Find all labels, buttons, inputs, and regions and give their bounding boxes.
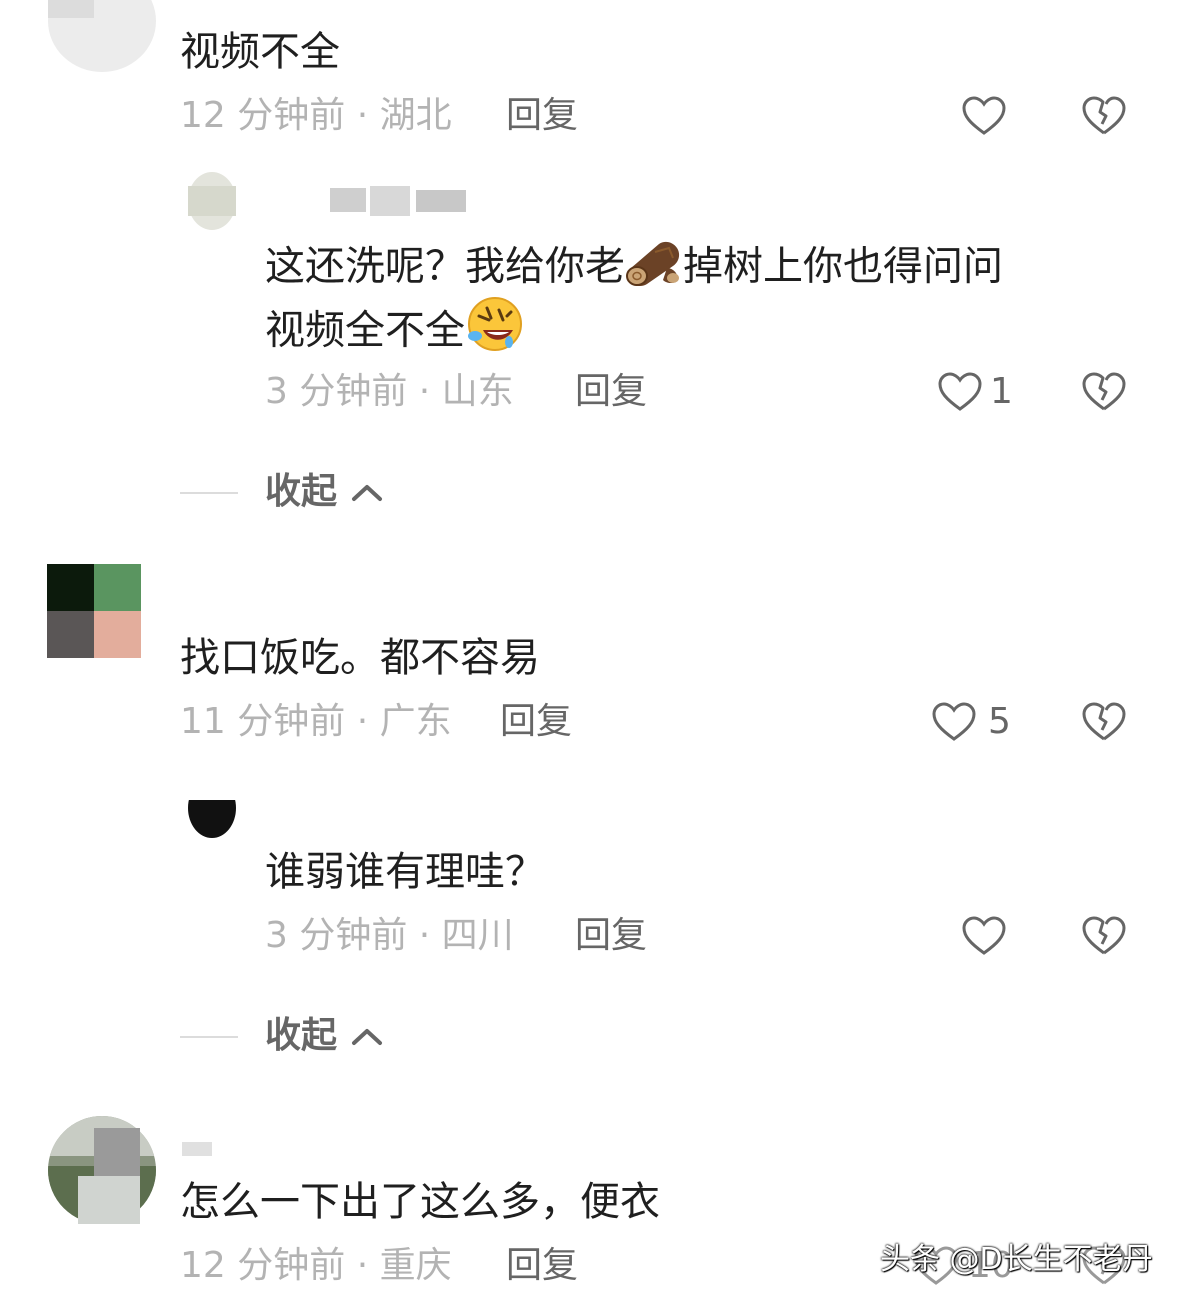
- like-button[interactable]: [960, 92, 1008, 140]
- dislike-button[interactable]: [1080, 698, 1128, 746]
- username-blurred: [290, 186, 470, 216]
- heart-outline-icon: [932, 702, 976, 741]
- collapse-label: 收起: [265, 471, 338, 512]
- heart-outline-icon: [962, 916, 1006, 955]
- like-button[interactable]: [960, 912, 1008, 960]
- comment-text: 谁弱谁有理哇？: [265, 849, 545, 895]
- broken-heart-icon: [1082, 702, 1126, 741]
- comment-time-location: 3 分钟前 · 山东: [265, 371, 514, 412]
- like-button[interactable]: [936, 368, 984, 416]
- comment-time-location: 12 分钟前 · 重庆: [180, 1245, 452, 1286]
- collapse-label: 收起: [265, 1015, 338, 1056]
- dislike-button[interactable]: [1080, 92, 1128, 140]
- dislike-button[interactable]: [1080, 368, 1128, 416]
- watermark: 头条 @D长生不老丹: [880, 1242, 1153, 1277]
- dislike-button[interactable]: [1080, 912, 1128, 960]
- comment-text: 视频不全: [180, 29, 340, 75]
- heart-outline-icon: [938, 372, 982, 411]
- broken-heart-icon: [1082, 96, 1126, 135]
- comment-time-location: 12 分钟前 · 湖北: [180, 95, 452, 136]
- like-count: 1: [990, 371, 1013, 412]
- collapse-divider: [180, 1036, 238, 1038]
- like-button[interactable]: [930, 698, 978, 746]
- reply-button[interactable]: 回复: [500, 700, 572, 744]
- comment-time-location: 11 分钟前 · 广东: [180, 701, 452, 742]
- collapse-button[interactable]: 收起: [265, 1014, 384, 1058]
- rofl-emoji: [465, 294, 525, 371]
- chevron-up-icon: [351, 485, 382, 501]
- reply-button[interactable]: 回复: [575, 370, 647, 414]
- comment-text: 怎么一下出了这么多，便衣: [180, 1179, 660, 1225]
- comment-text-part: 这还洗呢？我给你老: [265, 243, 625, 290]
- avatar[interactable]: [48, 0, 156, 72]
- avatar[interactable]: [47, 564, 141, 658]
- broken-heart-icon: [1082, 916, 1126, 955]
- like-count: 5: [988, 701, 1011, 742]
- reply-button[interactable]: 回复: [506, 94, 578, 138]
- avatar[interactable]: [48, 1116, 156, 1224]
- collapse-divider: [180, 492, 238, 494]
- reply-button[interactable]: 回复: [506, 1244, 578, 1288]
- comment-text: 这还洗呢？我给你老 掉树上你也得问问: [265, 234, 1003, 303]
- chevron-up-icon: [351, 1029, 382, 1045]
- comment-text-part: 视频全不全: [265, 307, 465, 354]
- heart-outline-icon: [962, 96, 1006, 135]
- broken-heart-icon: [1082, 372, 1126, 411]
- comment-text: 视频全不全: [265, 294, 525, 371]
- avatar[interactable]: [188, 172, 236, 230]
- avatar[interactable]: [188, 778, 236, 838]
- collapse-button[interactable]: 收起: [265, 470, 384, 514]
- comment-text-part: 掉树上你也得问问: [683, 243, 1003, 290]
- reply-button[interactable]: 回复: [575, 914, 647, 958]
- wood-log-emoji: [625, 234, 683, 303]
- comment-text: 找口饭吃。都不容易: [180, 635, 540, 681]
- username-blurred: [182, 1142, 212, 1156]
- comment-time-location: 3 分钟前 · 四川: [265, 915, 514, 956]
